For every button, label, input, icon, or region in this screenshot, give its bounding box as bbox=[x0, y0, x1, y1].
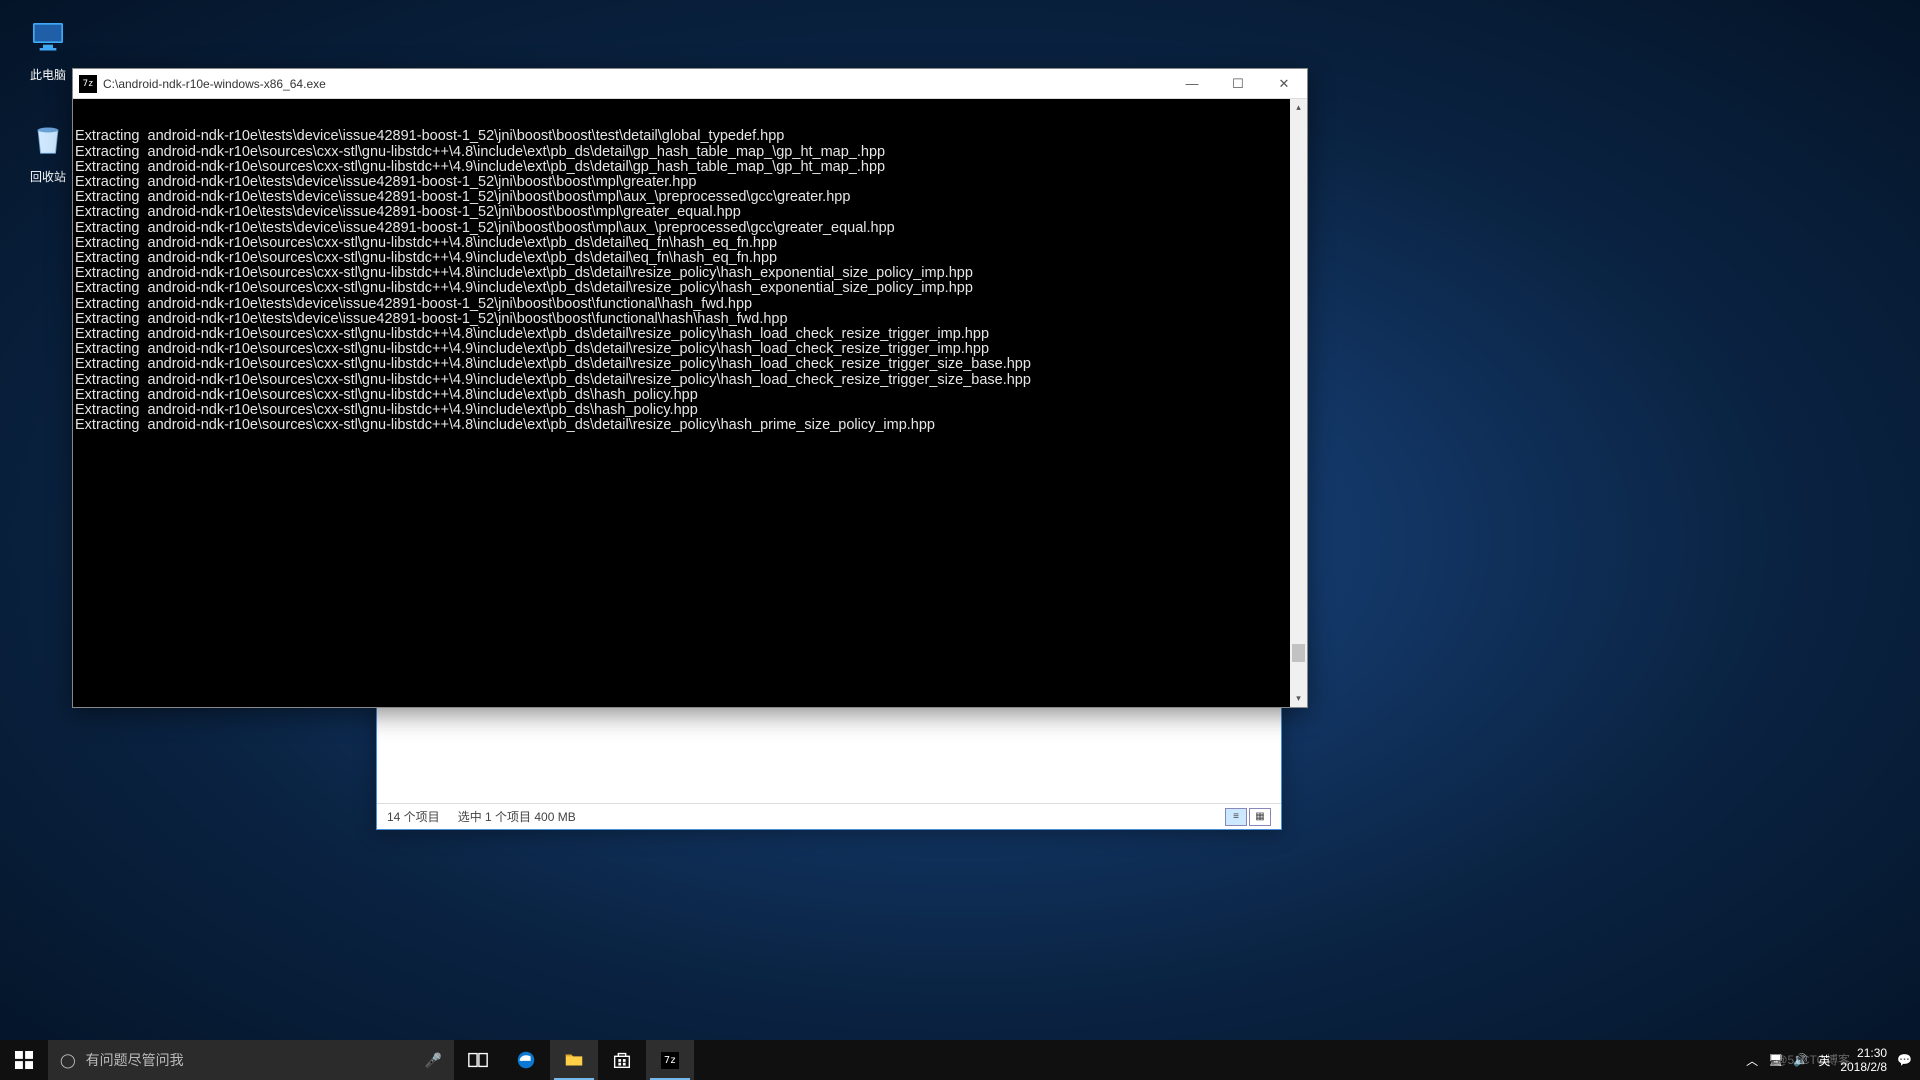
scrollbar[interactable]: ▴ ▾ bbox=[1290, 99, 1307, 707]
search-placeholder: 有问题尽管问我 bbox=[86, 1050, 184, 1070]
minimize-button[interactable]: — bbox=[1169, 69, 1215, 99]
status-selection: 选中 1 个项目 400 MB bbox=[458, 808, 576, 825]
close-button[interactable]: ✕ bbox=[1261, 69, 1307, 99]
cortana-search[interactable]: ◯ 有问题尽管问我 🎤 bbox=[48, 1040, 454, 1080]
console-window[interactable]: 7z C:\android-ndk-r10e-windows-x86_64.ex… bbox=[72, 68, 1308, 708]
explorer-statusbar: 14 个项目 选中 1 个项目 400 MB ≡ ▦ bbox=[377, 803, 1281, 829]
scrollbar-thumb[interactable] bbox=[1292, 644, 1305, 662]
store-icon bbox=[611, 1049, 633, 1071]
taskbar-explorer[interactable] bbox=[550, 1040, 598, 1080]
view-icons-button[interactable]: ▦ bbox=[1249, 808, 1271, 826]
task-view-icon bbox=[467, 1049, 489, 1071]
windows-icon bbox=[15, 1051, 33, 1069]
console-output[interactable]: Extracting android-ndk-r10e\tests\device… bbox=[73, 99, 1307, 707]
scrollbar-track[interactable] bbox=[1290, 116, 1307, 690]
start-button[interactable] bbox=[0, 1040, 48, 1080]
sevenzip-icon: 7z bbox=[79, 75, 97, 93]
monitor-icon bbox=[24, 14, 72, 62]
scroll-up-icon[interactable]: ▴ bbox=[1290, 99, 1307, 116]
taskbar: ◯ 有问题尽管问我 🎤 7z ︿ 🖥 🔊 英 21:30 2018/2/8 💬 … bbox=[0, 1040, 1920, 1080]
edge-icon bbox=[515, 1049, 537, 1071]
recycle-bin-icon bbox=[24, 116, 72, 164]
cortana-icon: ◯ bbox=[60, 1052, 76, 1069]
action-center-icon[interactable]: 💬 bbox=[1897, 1053, 1912, 1067]
watermark-text: @51CTO博客 bbox=[1775, 1051, 1850, 1068]
console-titlebar[interactable]: 7z C:\android-ndk-r10e-windows-x86_64.ex… bbox=[73, 69, 1307, 99]
tray-overflow-icon[interactable]: ︿ bbox=[1746, 1052, 1758, 1069]
console-title: C:\android-ndk-r10e-windows-x86_64.exe bbox=[103, 77, 1169, 91]
folder-icon bbox=[563, 1049, 585, 1071]
sevenzip-icon: 7z bbox=[661, 1052, 679, 1069]
taskbar-store[interactable] bbox=[598, 1040, 646, 1080]
maximize-button[interactable]: ☐ bbox=[1215, 69, 1261, 99]
view-details-button[interactable]: ≡ bbox=[1225, 808, 1247, 826]
task-view-button[interactable] bbox=[454, 1040, 502, 1080]
taskbar-7zip[interactable]: 7z bbox=[646, 1040, 694, 1080]
microphone-icon[interactable]: 🎤 bbox=[425, 1052, 442, 1069]
status-count: 14 个项目 bbox=[387, 808, 440, 825]
taskbar-edge[interactable] bbox=[502, 1040, 550, 1080]
scroll-down-icon[interactable]: ▾ bbox=[1290, 690, 1307, 707]
